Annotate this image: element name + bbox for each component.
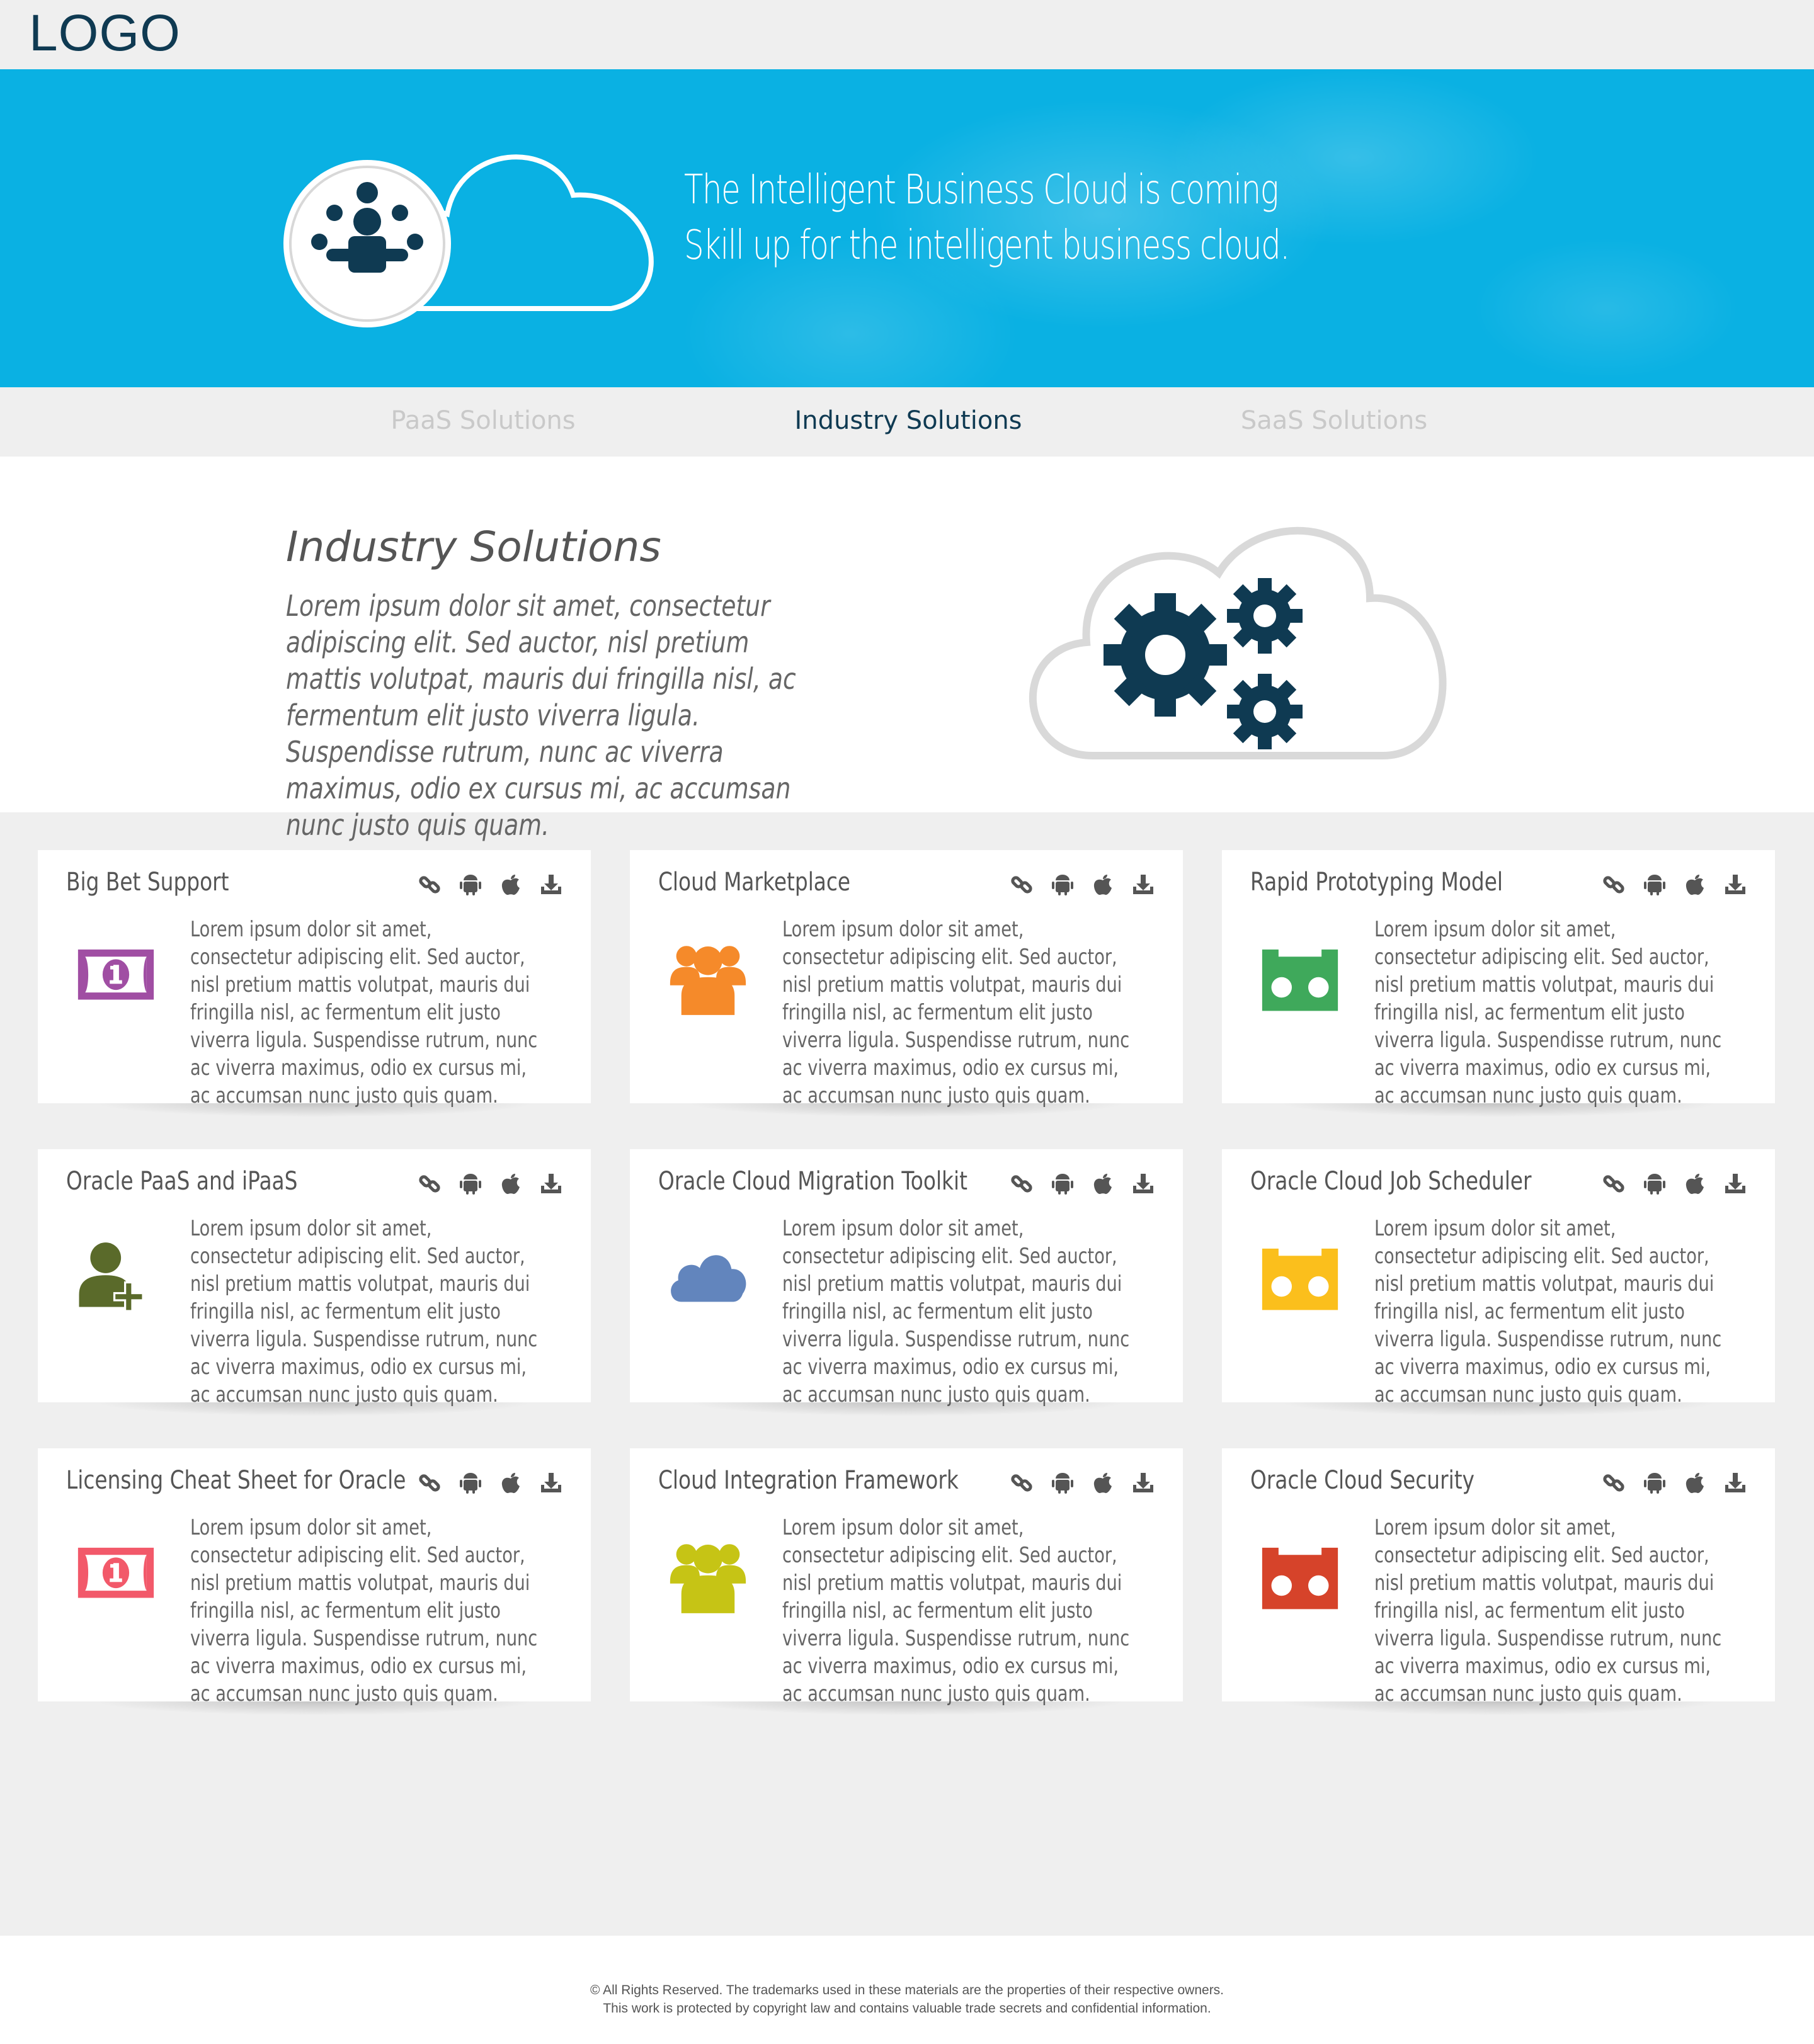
tab-saas-solutions[interactable]: SaaS Solutions	[1241, 406, 1427, 435]
tape-icon	[1262, 1248, 1338, 1310]
android-icon[interactable]	[1051, 873, 1075, 897]
user-plus-icon	[79, 1242, 144, 1312]
solution-card[interactable]: Cloud Integration Framework Lorem ipsum d…	[630, 1448, 1183, 1715]
users-icon	[670, 946, 746, 1015]
solution-card[interactable]: Oracle Cloud Security Lorem ipsum dolor s…	[1222, 1448, 1775, 1715]
android-icon[interactable]	[1643, 873, 1667, 897]
tape-icon	[1262, 1547, 1338, 1610]
link-icon[interactable]	[1602, 1471, 1626, 1495]
solution-card[interactable]: Big Bet Support Lorem ipsum dolor sit ame…	[38, 850, 591, 1117]
money-bill-icon	[77, 949, 154, 1000]
footer-protection: This work is protected by copyright law …	[603, 2001, 1211, 2016]
download-icon[interactable]	[1131, 1172, 1155, 1196]
card-actions	[418, 1172, 563, 1196]
android-icon[interactable]	[459, 1172, 482, 1196]
hero-banner: The Intelligent Business Cloud is coming…	[0, 69, 1814, 387]
apple-icon[interactable]	[499, 873, 523, 897]
apple-icon[interactable]	[1091, 873, 1115, 897]
android-icon[interactable]	[459, 873, 482, 897]
apple-icon[interactable]	[1683, 1172, 1707, 1196]
card-description: Lorem ipsum dolor sit amet, consectetur …	[190, 1515, 538, 1706]
card-title[interactable]: Cloud Marketplace	[658, 868, 850, 897]
card-description: Lorem ipsum dolor sit amet, consectetur …	[190, 917, 538, 1108]
download-icon[interactable]	[539, 1172, 563, 1196]
download-icon[interactable]	[1131, 1471, 1155, 1495]
apple-icon[interactable]	[1683, 873, 1707, 897]
logo[interactable]: LOGO	[29, 4, 181, 63]
card-title[interactable]: Big Bet Support	[66, 868, 229, 897]
card-description: Lorem ipsum dolor sit amet, consectetur …	[782, 917, 1130, 1108]
footer-rights: © All Rights Reserved. The trademarks us…	[590, 1983, 1224, 1997]
solution-card[interactable]: Oracle PaaS and iPaaS Lorem ipsum dolor s…	[38, 1149, 591, 1416]
card-description: Lorem ipsum dolor sit amet, consectetur …	[1374, 1216, 1722, 1407]
intro-section: Industry Solutions Lorem ipsum dolor sit…	[0, 457, 1814, 842]
card-description: Lorem ipsum dolor sit amet, consectetur …	[782, 1216, 1130, 1407]
card-actions	[1010, 873, 1155, 897]
tape-icon	[1262, 949, 1338, 1011]
solution-card[interactable]: Licensing Cheat Sheet for Oracle Lorem ip…	[38, 1448, 591, 1715]
apple-icon[interactable]	[1091, 1471, 1115, 1495]
download-icon[interactable]	[1723, 1471, 1747, 1495]
link-icon[interactable]	[1602, 1172, 1626, 1196]
link-icon[interactable]	[418, 1172, 442, 1196]
link-icon[interactable]	[418, 1471, 442, 1495]
solution-card[interactable]: Oracle Cloud Migration Toolkit Lorem ipsu…	[630, 1149, 1183, 1416]
footer: © All Rights Reserved. The trademarks us…	[0, 1936, 1814, 2044]
card-actions	[1602, 1471, 1747, 1495]
hero-line-2: Skill up for the intelligent business cl…	[684, 222, 1290, 269]
card-title[interactable]: Oracle PaaS and iPaaS	[66, 1167, 297, 1196]
solution-card[interactable]: Rapid Prototyping Model Lorem ipsum dolor…	[1222, 850, 1775, 1117]
card-actions	[418, 873, 563, 897]
hero-headline: The Intelligent Business Cloud is coming…	[684, 162, 1290, 273]
card-description: Lorem ipsum dolor sit amet, consectetur …	[782, 1515, 1130, 1706]
download-icon[interactable]	[1723, 1172, 1747, 1196]
cloud-icon	[671, 1255, 746, 1302]
tab-industry-solutions[interactable]: Industry Solutions	[794, 406, 1022, 435]
card-description: Lorem ipsum dolor sit amet, consectetur …	[1374, 917, 1722, 1108]
solution-card[interactable]: Cloud Marketplace Lorem ipsum dolor sit a…	[630, 850, 1183, 1117]
android-icon[interactable]	[1643, 1471, 1667, 1495]
card-title[interactable]: Licensing Cheat Sheet for Oracle	[66, 1466, 406, 1495]
page-title: Industry Solutions	[286, 523, 661, 571]
intro-description: Lorem ipsum dolor sit amet, consectetur …	[286, 589, 796, 842]
link-icon[interactable]	[418, 873, 442, 897]
card-title[interactable]: Oracle Cloud Migration Toolkit	[658, 1167, 967, 1196]
download-icon[interactable]	[539, 1471, 563, 1495]
download-icon[interactable]	[1723, 873, 1747, 897]
people-group-cloud-icon	[283, 154, 654, 327]
solution-tabs: PaaS Solutions Industry Solutions SaaS S…	[0, 387, 1814, 457]
link-icon[interactable]	[1602, 873, 1626, 897]
android-icon[interactable]	[1051, 1172, 1075, 1196]
top-bar: LOGO	[0, 0, 1814, 69]
money-bill-icon	[77, 1547, 154, 1598]
users-icon	[670, 1544, 746, 1613]
card-actions	[1602, 873, 1747, 897]
apple-icon[interactable]	[499, 1172, 523, 1196]
card-actions	[1010, 1172, 1155, 1196]
gears-cloud-icon	[1029, 526, 1447, 759]
card-title[interactable]: Oracle Cloud Job Scheduler	[1250, 1167, 1531, 1196]
card-actions	[1602, 1172, 1747, 1196]
card-title[interactable]: Rapid Prototyping Model	[1250, 868, 1503, 897]
card-description: Lorem ipsum dolor sit amet, consectetur …	[1374, 1515, 1722, 1706]
card-actions	[1010, 1471, 1155, 1495]
android-icon[interactable]	[1051, 1471, 1075, 1495]
card-actions	[418, 1471, 563, 1495]
card-description: Lorem ipsum dolor sit amet, consectetur …	[190, 1216, 538, 1407]
card-title[interactable]: Oracle Cloud Security	[1250, 1466, 1475, 1495]
card-title[interactable]: Cloud Integration Framework	[658, 1466, 959, 1495]
apple-icon[interactable]	[499, 1471, 523, 1495]
solution-card[interactable]: Oracle Cloud Job Scheduler Lorem ipsum do…	[1222, 1149, 1775, 1416]
android-icon[interactable]	[459, 1471, 482, 1495]
download-icon[interactable]	[1131, 873, 1155, 897]
apple-icon[interactable]	[1683, 1471, 1707, 1495]
download-icon[interactable]	[539, 873, 563, 897]
apple-icon[interactable]	[1091, 1172, 1115, 1196]
tab-paas-solutions[interactable]: PaaS Solutions	[391, 406, 575, 435]
hero-line-1: The Intelligent Business Cloud is coming	[684, 167, 1279, 213]
android-icon[interactable]	[1643, 1172, 1667, 1196]
link-icon[interactable]	[1010, 873, 1034, 897]
link-icon[interactable]	[1010, 1172, 1034, 1196]
link-icon[interactable]	[1010, 1471, 1034, 1495]
